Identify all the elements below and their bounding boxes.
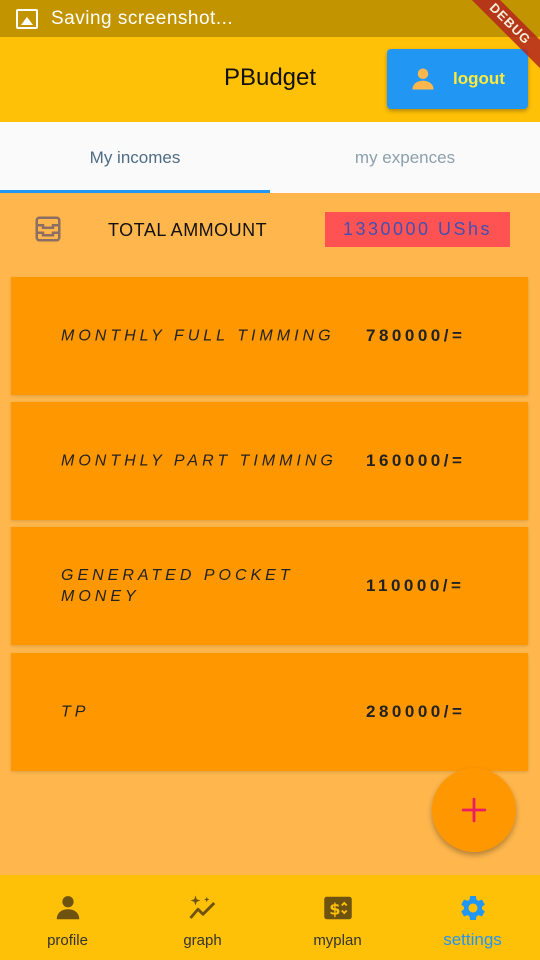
trending-icon [188, 895, 215, 919]
tab-my-expences[interactable]: my expences [270, 122, 540, 193]
inbox-icon [35, 216, 61, 242]
status-bar: Saving screenshot... [0, 0, 540, 37]
nav-label: graph [183, 932, 222, 949]
income-name: TP [61, 703, 90, 721]
income-name: MONTHLY PART TIMMING [61, 452, 337, 470]
total-label: TOTAL AMMOUNT [108, 220, 268, 240]
income-card[interactable]: MONTHLY FULL TIMMING 780000/= [11, 277, 528, 395]
nav-item-myplan[interactable]: $ myplan [270, 875, 405, 960]
tab-bar: My incomes my expences [0, 122, 540, 193]
plus-icon [461, 797, 487, 823]
income-value: 780000/= [366, 326, 466, 345]
total-row: TOTAL AMMOUNT 1330000 UShs [0, 193, 540, 268]
money-icon: $ [323, 896, 352, 920]
person-icon [412, 68, 434, 90]
add-income-button[interactable] [432, 768, 516, 852]
logout-button[interactable]: logout [387, 49, 528, 109]
income-card[interactable]: MONTHLY PART TIMMING 160000/= [11, 402, 528, 520]
svg-text:$: $ [329, 899, 340, 918]
image-icon [16, 8, 38, 29]
status-text: Saving screenshot... [51, 7, 234, 29]
income-name: GENERATED POCKET MONEY [61, 567, 294, 605]
income-name: MONTHLY FULL TIMMING [61, 327, 335, 345]
nav-label: profile [47, 932, 88, 949]
nav-item-profile[interactable]: profile [0, 875, 135, 960]
income-value: 110000/= [366, 576, 465, 595]
bottom-nav: profile graph $ myplan settings [0, 875, 540, 960]
logout-label: logout [453, 69, 505, 88]
income-card[interactable]: TP 280000/= [11, 653, 528, 771]
tab-my-incomes[interactable]: My incomes [0, 122, 270, 193]
nav-item-graph[interactable]: graph [135, 875, 270, 960]
total-amount-badge: 1330000 UShs [325, 212, 510, 247]
nav-label: myplan [313, 932, 362, 949]
income-card[interactable]: GENERATED POCKET MONEY 110000/= [11, 527, 528, 645]
person-icon [56, 896, 79, 920]
nav-label: settings [443, 930, 502, 949]
income-value: 160000/= [366, 451, 466, 470]
app-bar: PBudget logout [0, 37, 540, 122]
gear-icon [460, 896, 485, 920]
income-value: 280000/= [366, 702, 466, 721]
nav-item-settings[interactable]: settings [405, 875, 540, 960]
